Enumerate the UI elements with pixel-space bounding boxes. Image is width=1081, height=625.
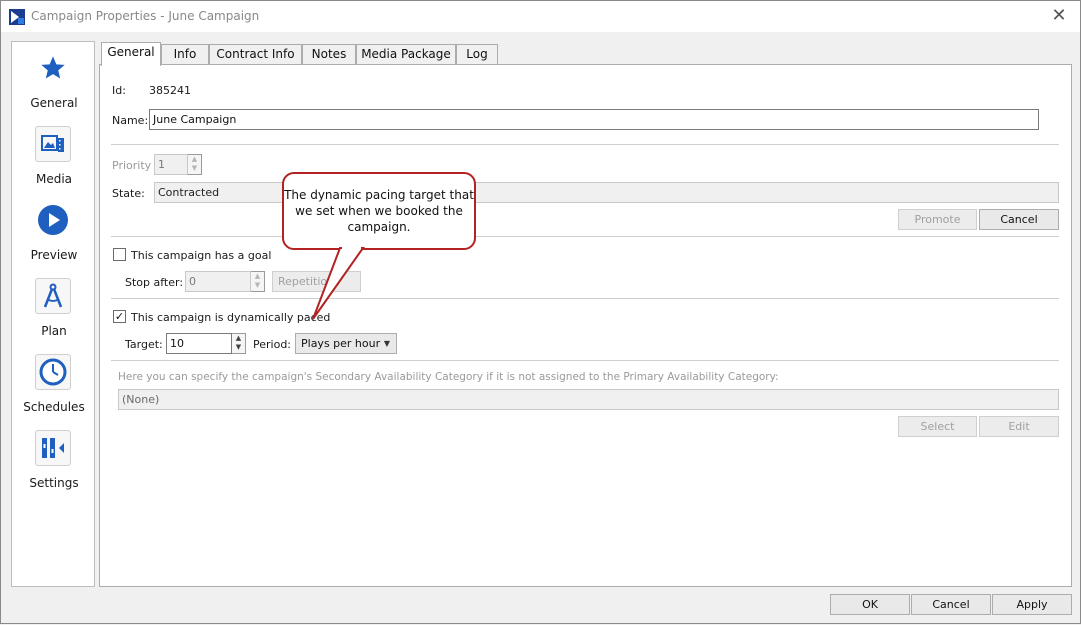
tab-media-package[interactable]: Media Package bbox=[356, 44, 456, 65]
period-value: Plays per hour bbox=[301, 337, 381, 350]
sidebar-item-schedules[interactable]: Schedules bbox=[12, 354, 96, 430]
name-input[interactable]: June Campaign bbox=[149, 109, 1039, 130]
sidebar-item-media[interactable]: Media bbox=[12, 126, 96, 202]
sidebar-item-preview[interactable]: Preview bbox=[12, 202, 96, 278]
sidebar-item-settings[interactable]: Settings bbox=[12, 430, 96, 506]
tab-log[interactable]: Log bbox=[456, 44, 498, 65]
cancel-button[interactable]: Cancel bbox=[911, 594, 991, 615]
stop-after-input[interactable]: 0 bbox=[185, 271, 251, 292]
sidebar-item-label: General bbox=[30, 96, 78, 110]
campaign-properties-window: Campaign Properties - June Campaign ✕ Ge… bbox=[0, 0, 1081, 624]
secondary-category-hint: Here you can specify the campaign's Seco… bbox=[118, 371, 779, 383]
divider bbox=[111, 144, 1059, 145]
name-label: Name: bbox=[112, 114, 149, 127]
target-label: Target: bbox=[125, 338, 163, 351]
clock-icon bbox=[35, 354, 71, 390]
divider bbox=[111, 236, 1059, 237]
sidebar-item-plan[interactable]: Plan bbox=[12, 278, 96, 354]
annotation-callout: The dynamic pacing target that we set wh… bbox=[282, 172, 476, 250]
period-select[interactable]: Plays per hour ▼ bbox=[295, 333, 397, 354]
sidebar-item-label: Preview bbox=[30, 248, 78, 262]
priority-spinner[interactable]: ▲ ▼ bbox=[188, 154, 202, 175]
ok-button[interactable]: OK bbox=[830, 594, 910, 615]
priority-label: Priority bbox=[112, 159, 152, 172]
sidebar: General Media Preview Plan Schedules Set… bbox=[11, 41, 95, 587]
divider bbox=[111, 360, 1059, 361]
id-label: Id: bbox=[112, 84, 126, 97]
sidebar-item-label: Media bbox=[35, 172, 73, 186]
goal-checkbox-label: This campaign has a goal bbox=[131, 249, 272, 262]
edit-button[interactable]: Edit bbox=[979, 416, 1059, 437]
tab-contract-info[interactable]: Contract Info bbox=[209, 44, 302, 65]
select-button[interactable]: Select bbox=[898, 416, 977, 437]
settings-icon bbox=[35, 430, 71, 466]
sidebar-item-general[interactable]: General bbox=[12, 50, 96, 126]
paced-checkbox[interactable]: ✓ bbox=[113, 310, 126, 323]
close-icon[interactable]: ✕ bbox=[1048, 5, 1070, 26]
window-title: Campaign Properties - June Campaign bbox=[31, 9, 260, 23]
apply-button[interactable]: Apply bbox=[992, 594, 1072, 615]
target-spinner[interactable]: ▲ ▼ bbox=[232, 333, 246, 354]
chevron-down-icon: ▼ bbox=[383, 339, 390, 348]
priority-input[interactable]: 1 bbox=[154, 154, 188, 175]
sidebar-item-label: Settings bbox=[29, 476, 79, 490]
secondary-category-field: (None) bbox=[118, 389, 1059, 410]
app-icon bbox=[9, 9, 25, 25]
tab-general[interactable]: General bbox=[101, 42, 161, 66]
tab-notes[interactable]: Notes bbox=[302, 44, 356, 65]
repetitions-select[interactable]: Repetitions bbox=[272, 271, 361, 292]
period-label: Period: bbox=[253, 338, 292, 351]
promote-button[interactable]: Promote bbox=[898, 209, 977, 230]
sidebar-item-label: Plan bbox=[41, 324, 67, 338]
general-tab-panel bbox=[99, 64, 1072, 587]
star-icon bbox=[35, 50, 71, 86]
state-label: State: bbox=[112, 187, 145, 200]
paced-checkbox-label: This campaign is dynamically paced bbox=[131, 311, 331, 324]
title-bar: Campaign Properties - June Campaign ✕ bbox=[1, 1, 1080, 32]
cancel-state-button[interactable]: Cancel bbox=[979, 209, 1059, 230]
tab-info[interactable]: Info bbox=[161, 44, 209, 65]
stop-after-spinner[interactable]: ▲ ▼ bbox=[251, 271, 265, 292]
goal-checkbox[interactable] bbox=[113, 248, 126, 261]
repetitions-value: Repetitions bbox=[278, 275, 340, 288]
stop-after-label: Stop after: bbox=[125, 276, 184, 289]
compass-icon bbox=[35, 278, 71, 314]
id-value: 385241 bbox=[149, 84, 191, 97]
divider bbox=[111, 298, 1059, 299]
target-input[interactable]: 10 bbox=[166, 333, 232, 354]
media-icon bbox=[35, 126, 71, 162]
sidebar-item-label: Schedules bbox=[23, 400, 85, 414]
play-icon bbox=[35, 202, 71, 238]
